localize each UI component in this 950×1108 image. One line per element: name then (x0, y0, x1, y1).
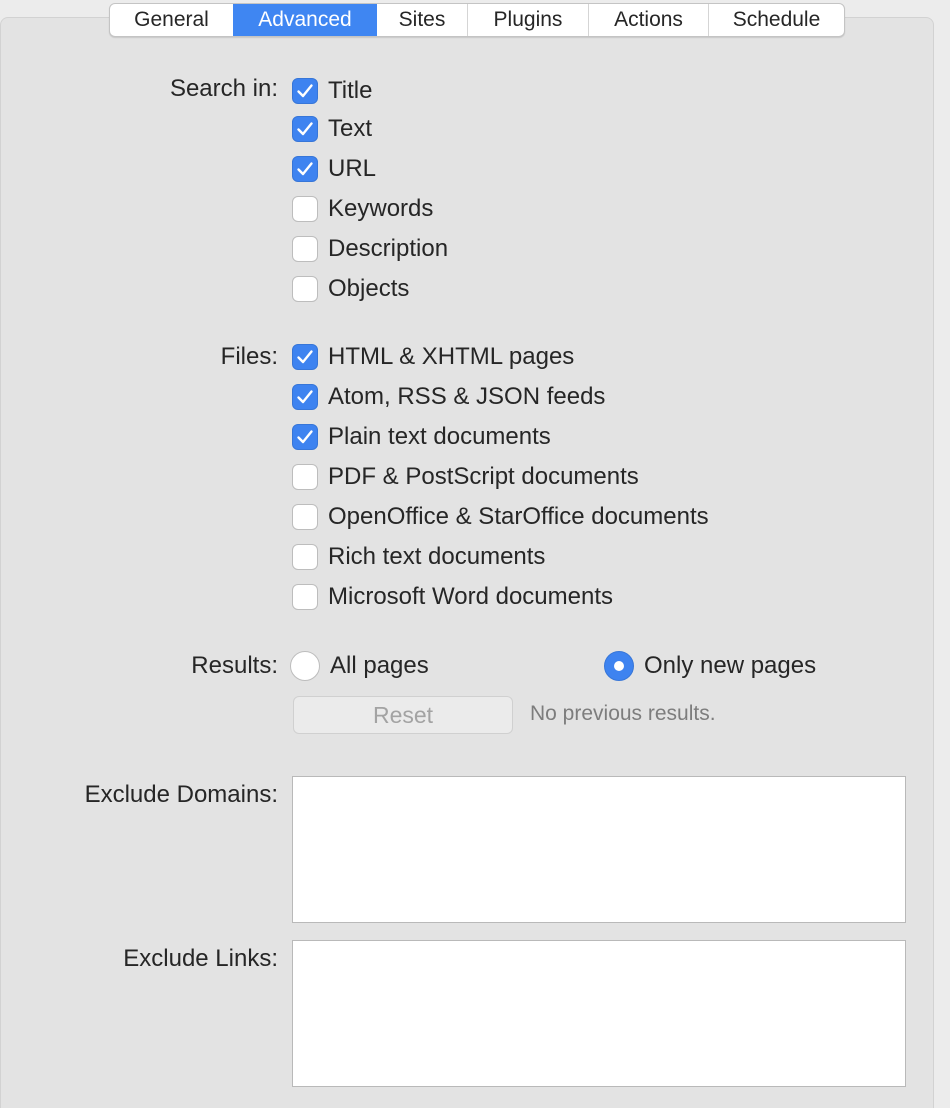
checkmark-icon (297, 122, 313, 136)
tab-sites[interactable]: Sites (376, 4, 467, 36)
checkbox[interactable] (292, 196, 318, 222)
checkbox[interactable] (292, 236, 318, 262)
exclude-domains-label: Exclude Domains: (84, 781, 278, 808)
preferences-tab-bar: General Advanced Sites Plugins Actions S… (109, 3, 845, 37)
reset-button[interactable]: Reset (293, 696, 513, 734)
tab-actions[interactable]: Actions (588, 4, 708, 36)
option-label: Rich text documents (328, 543, 546, 570)
option-label: OpenOffice & StarOffice documents (328, 503, 709, 530)
tab-plugins[interactable]: Plugins (467, 4, 588, 36)
radio-button[interactable] (290, 651, 320, 681)
search-in-option-url[interactable]: URL (292, 155, 376, 183)
tab-general[interactable]: General (110, 4, 233, 36)
checkbox[interactable] (292, 424, 318, 450)
checkmark-icon (297, 390, 313, 404)
results-status-text: No previous results. (530, 702, 716, 725)
files-option-word[interactable]: Microsoft Word documents (292, 583, 613, 611)
checkbox[interactable] (292, 584, 318, 610)
checkbox[interactable] (292, 504, 318, 530)
option-label: Plain text documents (328, 423, 551, 450)
results-option-only-new-pages[interactable]: Only new pages (604, 650, 816, 682)
option-label: Description (328, 235, 449, 262)
option-label: Objects (328, 275, 410, 302)
search-in-option-keywords[interactable]: Keywords (292, 195, 433, 223)
option-label: Atom, RSS & JSON feeds (328, 383, 606, 410)
checkbox[interactable] (292, 384, 318, 410)
checkbox[interactable] (292, 544, 318, 570)
checkbox[interactable] (292, 116, 318, 142)
radio-dot-icon (614, 661, 624, 671)
search-in-option-description[interactable]: Description (292, 235, 448, 263)
option-label: PDF & PostScript documents (328, 463, 639, 490)
tab-advanced[interactable]: Advanced (233, 4, 376, 36)
results-option-all-pages[interactable]: All pages (290, 650, 429, 682)
checkmark-icon (297, 162, 313, 176)
files-option-feeds[interactable]: Atom, RSS & JSON feeds (292, 383, 605, 411)
files-label: Files: (220, 343, 278, 370)
tab-schedule[interactable]: Schedule (708, 4, 844, 36)
option-label: Microsoft Word documents (328, 583, 613, 610)
option-label: HTML & XHTML pages (328, 343, 575, 370)
option-label: Keywords (328, 195, 434, 222)
search-in-option-objects[interactable]: Objects (292, 275, 409, 303)
files-option-openoffice[interactable]: OpenOffice & StarOffice documents (292, 503, 709, 531)
files-option-plain-text[interactable]: Plain text documents (292, 423, 551, 451)
files-option-rich-text[interactable]: Rich text documents (292, 543, 545, 571)
exclude-links-label: Exclude Links: (123, 945, 278, 972)
search-in-label: Search in: (169, 75, 278, 102)
checkbox[interactable] (292, 78, 318, 104)
option-label: Text (328, 115, 373, 142)
checkbox[interactable] (292, 156, 318, 182)
checkbox[interactable] (292, 344, 318, 370)
checkmark-icon (297, 350, 313, 364)
radio-button[interactable] (604, 651, 634, 681)
files-option-pdf[interactable]: PDF & PostScript documents (292, 463, 639, 491)
option-label: All pages (330, 652, 429, 679)
search-in-option-text[interactable]: Text (292, 115, 372, 143)
files-option-html[interactable]: HTML & XHTML pages (292, 343, 574, 371)
results-label: Results: (191, 652, 278, 679)
checkmark-icon (297, 84, 313, 98)
search-in-option-title[interactable]: Title (292, 77, 372, 105)
option-label: URL (328, 155, 377, 182)
exclude-domains-field[interactable] (292, 776, 906, 923)
option-label: Title (328, 77, 373, 104)
checkmark-icon (297, 430, 313, 444)
checkbox[interactable] (292, 464, 318, 490)
option-label: Only new pages (644, 652, 817, 679)
exclude-links-field[interactable] (292, 940, 906, 1087)
checkbox[interactable] (292, 276, 318, 302)
